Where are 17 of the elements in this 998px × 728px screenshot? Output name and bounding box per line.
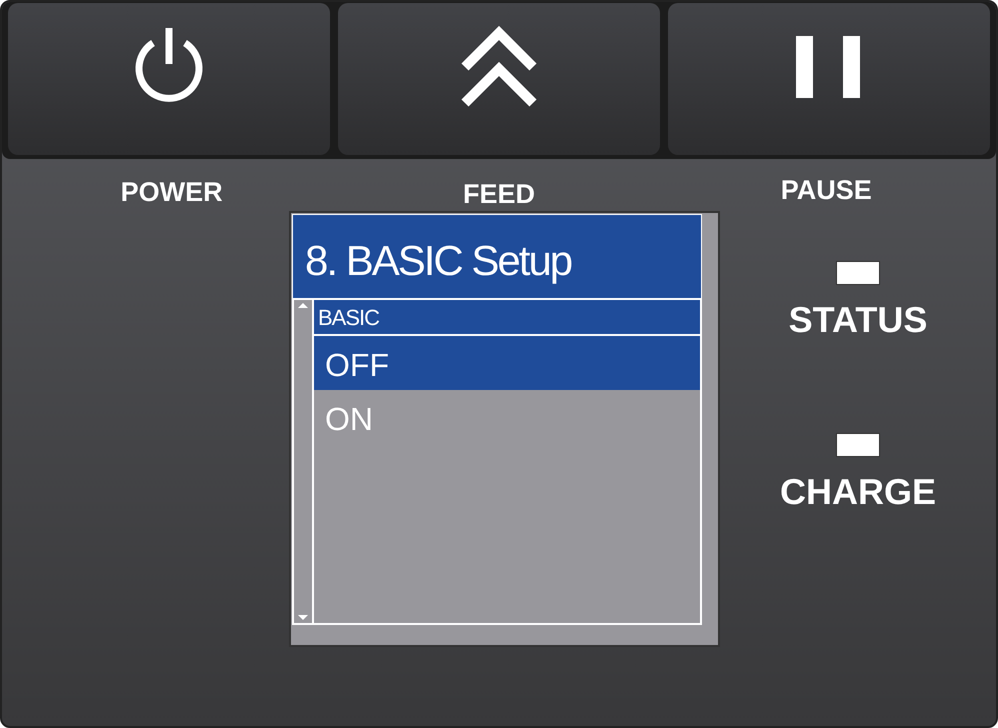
scroll-up-icon	[298, 303, 308, 308]
button-label: POWER	[120, 176, 224, 209]
indicator-label: STATUS	[788, 299, 928, 341]
menu-header: BASIC	[314, 300, 700, 336]
indicator-label: CHARGE	[780, 471, 936, 513]
menu-option[interactable]: OFF	[314, 336, 700, 390]
screen-title: 8. BASIC Setup	[292, 214, 702, 300]
button-label: FEED	[462, 178, 536, 211]
scroll-down-icon	[298, 615, 308, 620]
power-button[interactable]	[8, 3, 330, 155]
pause-icon	[796, 36, 862, 98]
feed-button[interactable]	[338, 3, 660, 155]
indicator-light	[836, 261, 880, 285]
pause-button[interactable]	[668, 3, 990, 155]
button-label: PAUSE	[780, 174, 873, 207]
indicator-light	[836, 433, 880, 457]
double-chevron-up-icon	[461, 23, 537, 109]
